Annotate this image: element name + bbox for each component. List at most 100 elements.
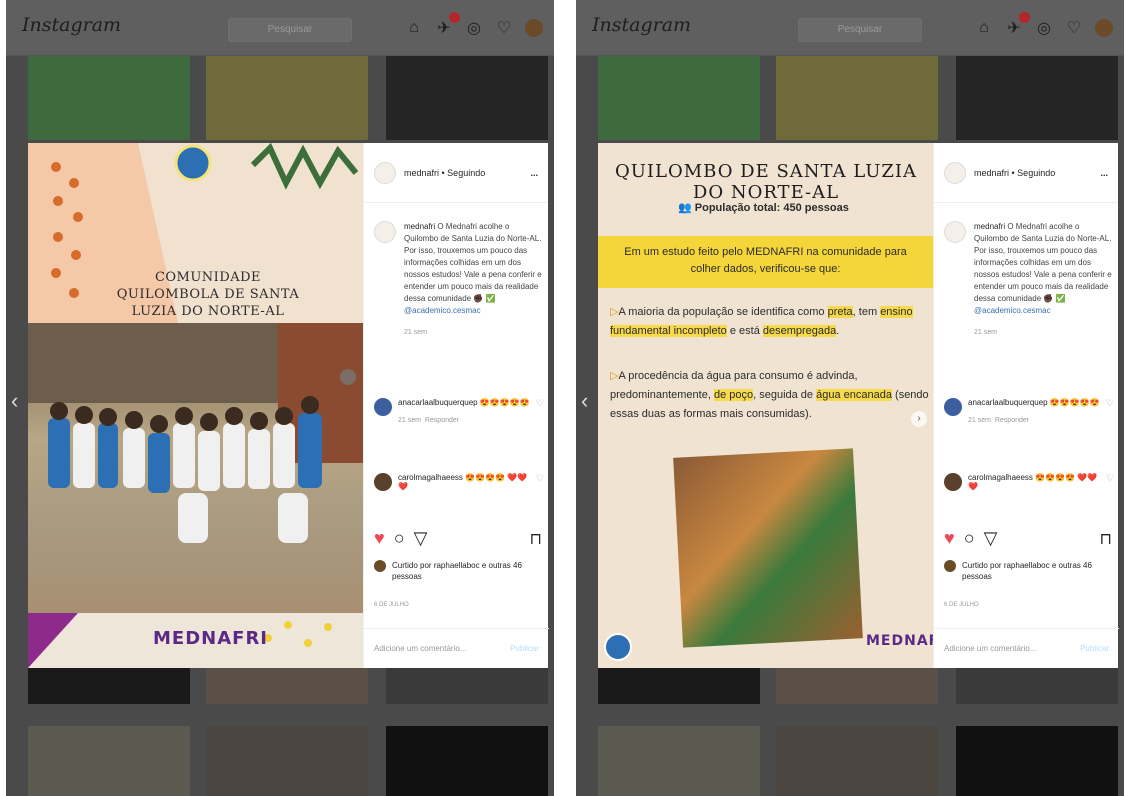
post-date: 6 DE JULHO <box>944 602 979 608</box>
home-icon[interactable]: ⌂ <box>974 18 994 38</box>
comment-username[interactable]: anacarlaalbuquerquep <box>398 398 478 407</box>
grid-tile[interactable] <box>386 668 548 704</box>
grid-tile[interactable] <box>206 668 368 704</box>
comment-like-icon[interactable]: ♡ <box>536 473 544 491</box>
commenter-avatar[interactable] <box>374 473 392 491</box>
grid-tile[interactable] <box>386 56 548 140</box>
explore-icon[interactable]: ◎ <box>1034 18 1054 38</box>
grid-tile[interactable] <box>28 668 190 704</box>
grid-tile[interactable] <box>598 668 760 704</box>
liker-avatar[interactable] <box>374 560 386 572</box>
commenter-avatar[interactable] <box>944 398 962 416</box>
account-avatar[interactable] <box>944 161 966 184</box>
finding-highlight: de poço <box>713 389 754 401</box>
post-date: 6 DE JULHO <box>374 602 409 608</box>
grid-tile[interactable] <box>206 726 368 796</box>
profile-avatar[interactable] <box>524 18 544 38</box>
profile-avatar[interactable] <box>1094 18 1114 38</box>
previous-post-arrow-icon[interactable]: ‹ <box>11 388 18 414</box>
follow-status[interactable]: • Seguindo <box>1012 168 1056 178</box>
grid-tile[interactable] <box>206 56 368 140</box>
like-heart-icon[interactable]: ♥ <box>944 528 955 549</box>
instagram-logo[interactable]: Instagram <box>592 14 691 36</box>
reply-button[interactable]: Responder <box>425 417 459 424</box>
grid-tile[interactable] <box>956 668 1118 704</box>
grid-tile[interactable] <box>776 56 938 140</box>
grid-tile[interactable] <box>386 726 548 796</box>
graphic-footer: MEDNAFRI <box>28 613 363 668</box>
post-header: mednafri • Seguindo ... <box>364 143 548 203</box>
grid-tile[interactable] <box>776 668 938 704</box>
comment-text: 😍😍😍😍😍 <box>479 398 530 407</box>
people-icon: 👥 <box>678 202 692 214</box>
reply-button[interactable]: Responder <box>995 417 1029 424</box>
comment-username[interactable]: carolmagalhaeess <box>398 473 463 482</box>
comment-input[interactable]: Adicione um comentário... Publicar <box>934 628 1119 668</box>
follow-status[interactable]: • Seguindo <box>442 168 486 178</box>
grid-tile[interactable] <box>598 726 760 796</box>
publish-button[interactable]: Publicar <box>510 644 539 653</box>
notification-badge <box>1019 12 1030 23</box>
caption-avatar[interactable] <box>374 221 396 243</box>
comment-icon[interactable]: ○ <box>394 528 405 549</box>
grid-tile[interactable] <box>956 726 1118 796</box>
instagram-logo[interactable]: Instagram <box>22 14 121 36</box>
activity-heart-icon[interactable]: ♡ <box>1064 18 1084 38</box>
account-avatar[interactable] <box>374 161 396 184</box>
caption-username[interactable]: mednafri <box>404 222 435 231</box>
post-actions: ♥ ○ ▽ ⊓ <box>374 528 542 549</box>
mention-link[interactable]: @academico.cesmac <box>404 306 481 315</box>
home-icon[interactable]: ⌂ <box>404 18 424 38</box>
account-username[interactable]: mednafri <box>404 168 439 178</box>
comment-username[interactable]: carolmagalhaeess <box>968 473 1033 482</box>
more-options-icon[interactable]: ... <box>1100 168 1108 178</box>
finding-highlight: desempregada <box>762 325 837 337</box>
comment-like-icon[interactable]: ♡ <box>1106 473 1114 491</box>
publish-button[interactable]: Publicar <box>1080 644 1109 653</box>
more-options-icon[interactable]: ... <box>530 168 538 178</box>
bookmark-icon[interactable]: ⊓ <box>1100 529 1112 549</box>
direct-icon[interactable]: ✈ <box>1004 12 1030 38</box>
direct-icon[interactable]: ✈ <box>434 12 460 38</box>
account-username[interactable]: mednafri <box>974 168 1009 178</box>
caption-emoji: ✊🏿 ✅ <box>473 294 496 303</box>
search-input[interactable]: Pesquisar <box>228 18 352 42</box>
graphic-title: COMUNIDADE QUILOMBOLA DE SANTA LUZIA DO … <box>116 270 300 319</box>
seal-logo <box>604 633 632 661</box>
explore-icon[interactable]: ◎ <box>464 18 484 38</box>
post-header: mednafri • Seguindo ... <box>934 143 1118 203</box>
grid-tile[interactable] <box>956 56 1118 140</box>
left-screenshot: Instagram Pesquisar ⌂ ✈ ◎ ♡ ‹ › <box>6 0 554 796</box>
activity-heart-icon[interactable]: ♡ <box>494 18 514 38</box>
liker-username[interactable]: raphaellaboc <box>434 561 480 570</box>
mention-link[interactable]: @academico.cesmac <box>974 306 1051 315</box>
bookmark-icon[interactable]: ⊓ <box>530 529 542 549</box>
grid-tile[interactable] <box>28 56 190 140</box>
like-heart-icon[interactable]: ♥ <box>374 528 385 549</box>
carousel-next-icon[interactable]: › <box>911 411 927 427</box>
comment-input[interactable]: Adicione um comentário... Publicar <box>364 628 549 668</box>
share-icon[interactable]: ▽ <box>414 528 428 549</box>
grid-tile[interactable] <box>28 726 190 796</box>
previous-post-arrow-icon[interactable]: ‹ <box>581 388 588 414</box>
caption-time: 21 sem <box>974 329 997 336</box>
comment-username[interactable]: anacarlaalbuquerquep <box>968 398 1048 407</box>
comment-like-icon[interactable]: ♡ <box>536 398 544 424</box>
caption-username[interactable]: mednafri <box>974 222 1005 231</box>
grid-tile[interactable] <box>598 56 760 140</box>
liker-username[interactable]: raphaellaboc <box>1004 561 1050 570</box>
commenter-avatar[interactable] <box>944 473 962 491</box>
likes-summary: Curtido por raphaellaboc e outras 46 pes… <box>374 560 548 582</box>
search-input[interactable]: Pesquisar <box>798 18 922 42</box>
finding-text: A maioria da população se identifica com… <box>618 306 828 318</box>
comment-icon[interactable]: ○ <box>964 528 975 549</box>
liker-avatar[interactable] <box>944 560 956 572</box>
comment-like-icon[interactable]: ♡ <box>1106 398 1114 424</box>
caption-text: O Mednafri acolhe o Quilombo de Santa Lu… <box>404 222 542 303</box>
liked-prefix: Curtido por <box>962 561 1002 570</box>
share-icon[interactable]: ▽ <box>984 528 998 549</box>
commenter-avatar[interactable] <box>374 398 392 416</box>
grid-tile[interactable] <box>776 726 938 796</box>
caption-avatar[interactable] <box>944 221 966 243</box>
comment-time: 21 sem <box>968 417 991 424</box>
